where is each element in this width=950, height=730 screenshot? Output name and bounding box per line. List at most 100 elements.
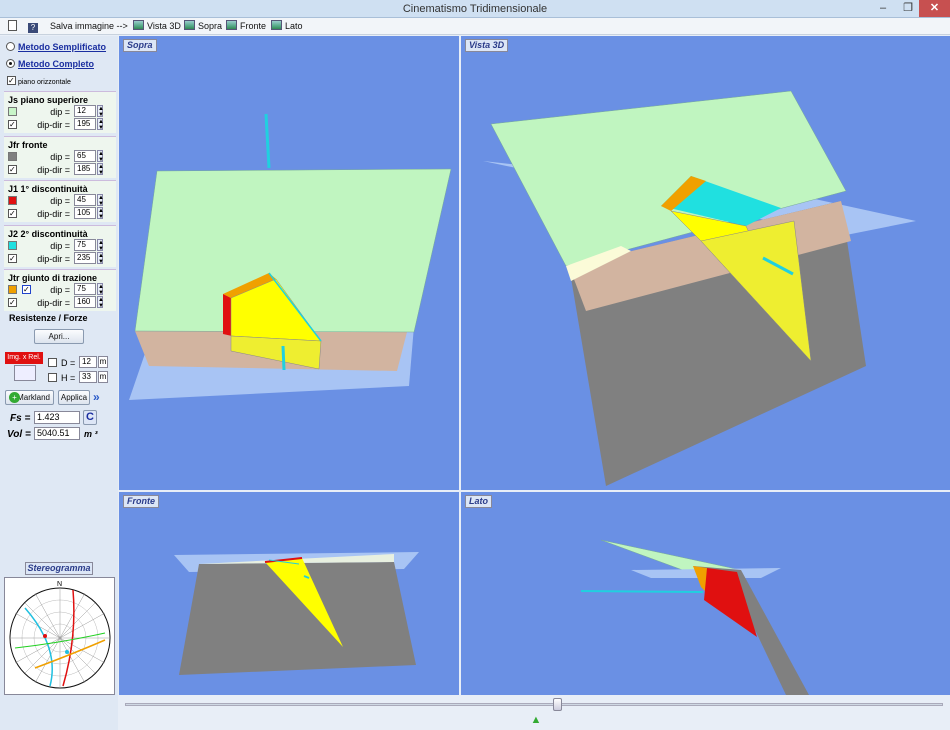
vol-label: Vol = — [7, 429, 31, 440]
image-icon — [226, 20, 237, 30]
dip-input[interactable]: 65 — [74, 150, 96, 162]
markland-button[interactable]: + Markland — [5, 390, 54, 405]
save-image-label: Salva immagine --> — [50, 21, 128, 31]
dip-dir-label: dip-dir = — [37, 209, 70, 219]
plane-color-swatch[interactable] — [8, 152, 17, 161]
save-lato-button[interactable]: Lato — [271, 20, 303, 33]
plane-title: J2 2° discontinuità — [8, 229, 88, 239]
plane-visible-checkbox[interactable] — [8, 209, 17, 218]
dip-dir-input[interactable]: 185 — [74, 163, 96, 175]
toolbar: ? Salva immagine --> Vista 3D Sopra Fron… — [0, 18, 950, 35]
img-rel-badge[interactable]: Img. x Rel. — [5, 352, 43, 364]
new-document-icon[interactable] — [8, 20, 17, 33]
markland-icon: + — [9, 392, 20, 403]
title-bar: Cinematismo Tridimensionale – ❐ ✕ — [0, 0, 950, 18]
dip-dir-spinner[interactable]: ▲ ▼ — [97, 207, 104, 220]
plane-group-2: J1 1° discontinuità dip = 45▲▼ dip-dir = 105… — [4, 180, 116, 222]
h-label: H = — [61, 373, 76, 383]
viewport-front-label: Fronte — [123, 495, 159, 508]
save-sopra-button[interactable]: Sopra — [184, 20, 222, 33]
fs-value: 1.423 — [34, 411, 80, 424]
viewport-3d[interactable]: Vista 3D — [461, 36, 950, 490]
plane-color-swatch[interactable] — [8, 285, 17, 294]
dip-input[interactable]: 45 — [74, 194, 96, 206]
dip-label: dip = — [50, 107, 70, 117]
dip-spinner[interactable]: ▲ ▼ — [97, 150, 104, 163]
animation-slider-thumb[interactable] — [553, 698, 562, 711]
dip-input[interactable]: 75 — [74, 239, 96, 251]
image-icon — [271, 20, 282, 30]
close-button[interactable]: ✕ — [919, 0, 950, 17]
plane-title: Js piano superiore — [8, 95, 89, 105]
save-fronte-button[interactable]: Fronte — [226, 20, 266, 33]
dip-dir-input[interactable]: 105 — [74, 207, 96, 219]
dip-dir-label: dip-dir = — [37, 120, 70, 130]
dip-dir-label: dip-dir = — [37, 254, 70, 264]
h-input[interactable]: 33 — [79, 371, 97, 383]
fs-label: Fs = — [10, 413, 31, 424]
h-checkbox[interactable] — [48, 373, 57, 382]
dip-label: dip = — [50, 285, 70, 295]
dip-spinner[interactable]: ▲ ▼ — [97, 194, 104, 207]
c-button[interactable]: C — [83, 410, 97, 425]
plane-visible-checkbox[interactable] — [8, 120, 17, 129]
plane-color-swatch[interactable] — [8, 107, 17, 116]
help-icon[interactable]: ? — [28, 20, 38, 33]
plane-title: Jtr giunto di trazione — [8, 273, 97, 283]
forces-title: Resistenze / Forze — [9, 313, 88, 323]
viewport-front[interactable]: Fronte — [119, 492, 459, 695]
dip-label: dip = — [50, 196, 70, 206]
save-vista3d-button[interactable]: Vista 3D — [133, 20, 181, 33]
dip-dir-input[interactable]: 195 — [74, 118, 96, 130]
plane-group-1: Jfr frontedip = 65▲▼ dip-dir = 185▲▼ — [4, 136, 116, 178]
image-icon — [133, 20, 144, 30]
viewport-side[interactable]: Lato — [461, 492, 950, 695]
dip-spinner[interactable]: ▲ ▼ — [97, 105, 104, 118]
d-unit: m — [98, 356, 108, 368]
maximize-button[interactable]: ❐ — [895, 0, 921, 17]
dip-dir-spinner[interactable]: ▲ ▼ — [97, 252, 104, 265]
h-unit: m — [98, 371, 108, 383]
plane-title: Jfr fronte — [8, 140, 48, 150]
window-title: Cinematismo Tridimensionale — [402, 3, 548, 15]
dip-input[interactable]: 12 — [74, 105, 96, 117]
dip-dir-input[interactable]: 235 — [74, 252, 96, 264]
stereogram-title: Stereogramma — [25, 562, 93, 575]
viewport-side-label: Lato — [465, 495, 492, 508]
up-arrow-icon[interactable]: ▲ — [530, 714, 542, 726]
d-input[interactable]: 12 — [79, 356, 97, 368]
dip-dir-spinner[interactable]: ▲ ▼ — [97, 118, 104, 131]
plane-visible-checkbox[interactable] — [8, 298, 17, 307]
plane-color-swatch[interactable] — [8, 196, 17, 205]
dip-spinner[interactable]: ▲ ▼ — [97, 283, 104, 296]
plane-color-swatch[interactable] — [8, 241, 17, 250]
dip-dir-input[interactable]: 160 — [74, 296, 96, 308]
plane-title: J1 1° discontinuità — [8, 184, 88, 194]
radio-simple-method[interactable]: Metodo Semplificato — [6, 42, 106, 52]
d-label: D = — [61, 358, 76, 368]
dip-label: dip = — [50, 241, 70, 251]
image-icon — [184, 20, 195, 30]
dip-spinner[interactable]: ▲ ▼ — [97, 239, 104, 252]
radio-complete-method[interactable]: Metodo Completo — [6, 59, 94, 69]
minimize-button[interactable]: – — [870, 0, 896, 17]
viewport-3d-label: Vista 3D — [465, 39, 509, 52]
forward-arrows-icon[interactable]: » — [93, 391, 107, 404]
dip-input[interactable]: 75 — [74, 283, 96, 295]
dip-dir-spinner[interactable]: ▲ ▼ — [97, 163, 104, 176]
plane-visible-checkbox[interactable] — [8, 254, 17, 263]
animation-slider-track[interactable] — [125, 703, 943, 706]
viewport-top[interactable]: Sopra — [119, 36, 459, 490]
dip-dir-label: dip-dir = — [37, 165, 70, 175]
apply-button[interactable]: Applica — [58, 390, 90, 405]
plane-group-3: J2 2° discontinuità dip = 75▲▼ dip-dir = 235… — [4, 225, 116, 267]
d-checkbox[interactable] — [48, 358, 57, 367]
horizontal-plane-checkbox[interactable]: piano orizzontale — [7, 76, 71, 86]
plane-group-4: Jtr giunto di trazione dip = 75▲▼ dip-dir =… — [4, 269, 116, 311]
stereo-north-label: N — [57, 581, 62, 588]
stereogram: N — [4, 577, 115, 695]
dip-dir-spinner[interactable]: ▲ ▼ — [97, 296, 104, 309]
relief-image-icon[interactable] — [14, 365, 36, 381]
plane-visible-checkbox[interactable] — [8, 165, 17, 174]
open-forces-button[interactable]: Apri... — [34, 329, 84, 344]
